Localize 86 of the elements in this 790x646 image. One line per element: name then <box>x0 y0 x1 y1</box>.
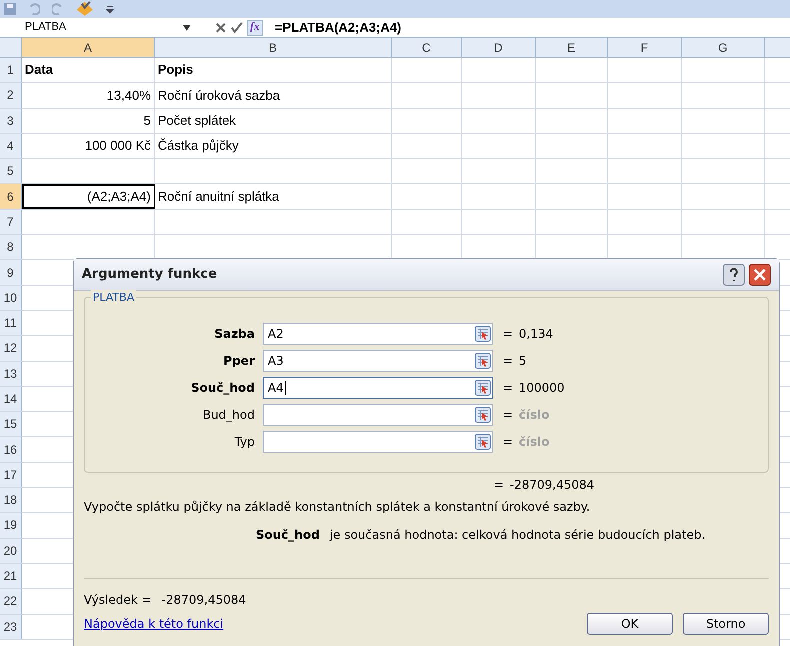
row-header[interactable]: 4 <box>0 134 22 158</box>
row-header[interactable]: 20 <box>0 538 22 563</box>
argument-result: 100000 <box>519 380 565 396</box>
argument-label: Typ <box>234 434 256 450</box>
range-picker-icon[interactable] <box>475 406 491 422</box>
row-header[interactable]: 6 <box>0 184 22 209</box>
range-picker-icon[interactable] <box>475 352 491 368</box>
range-picker-icon[interactable] <box>475 326 491 342</box>
argument-result: 0,134 <box>519 326 554 342</box>
dialog-button[interactable]: OK <box>587 613 673 635</box>
row-header[interactable]: 16 <box>0 437 22 462</box>
cell-text: 5 <box>144 112 151 130</box>
column-header[interactable]: B <box>155 38 392 57</box>
cell-text: Roční anuitní splátka <box>158 188 280 206</box>
enter-check-icon[interactable] <box>231 22 243 34</box>
argument-result: číslo <box>519 406 550 424</box>
argument-field[interactable] <box>263 404 493 426</box>
row-header[interactable]: 2 <box>0 83 22 108</box>
column-header[interactable]: A <box>22 38 155 57</box>
equals-sign: = <box>503 434 514 450</box>
customize-caret-icon[interactable] <box>106 4 114 14</box>
cell-text: 13,40% <box>106 86 151 105</box>
argument-field[interactable] <box>263 430 493 452</box>
window-title: Argumenty funkce <box>82 266 218 284</box>
cell-text: Částka půjčky <box>158 137 239 156</box>
argument-field[interactable]: A4 <box>263 376 493 398</box>
argument-label: Bud_hod <box>202 406 256 424</box>
row-header[interactable]: 14 <box>0 386 22 412</box>
cell-text: Popis <box>158 61 194 80</box>
row-header[interactable]: 1 <box>0 58 22 82</box>
cell-text: (A2;A3;A4) <box>87 188 151 206</box>
row-header[interactable]: 22 <box>0 589 22 614</box>
column-header[interactable]: C <box>392 38 462 57</box>
row-header[interactable]: 15 <box>0 412 22 436</box>
argument-label: Pper <box>222 352 256 370</box>
argument-name: Souč_hod <box>256 527 320 544</box>
equals-sign: = <box>503 326 514 342</box>
result-value: -28709,45084 <box>162 592 246 609</box>
row-header[interactable]: 7 <box>0 210 22 234</box>
row-header[interactable]: 12 <box>0 336 22 361</box>
column-header[interactable]: G <box>682 38 765 57</box>
row-header[interactable]: 8 <box>0 235 22 260</box>
equals-sign: = <box>503 380 514 396</box>
row-header[interactable]: 13 <box>0 362 22 386</box>
column-header[interactable]: D <box>462 38 536 57</box>
row-header[interactable]: 5 <box>0 159 22 184</box>
equals-sign: = <box>503 352 514 370</box>
cancel-icon[interactable] <box>215 22 227 34</box>
row-header[interactable]: 18 <box>0 488 22 512</box>
argument-label: Sazba <box>214 326 256 342</box>
row-header[interactable]: 21 <box>0 564 22 588</box>
cell-text: Počet splátek <box>158 112 236 130</box>
argument-description: je současná hodnota: celková hodnota série budoucích plateb. <box>330 527 706 544</box>
row-header[interactable]: 10 <box>0 286 22 310</box>
help-icon[interactable] <box>723 264 745 286</box>
close-icon[interactable] <box>749 264 771 286</box>
cell-text: Roční úroková sazba <box>158 86 280 105</box>
row-header[interactable]: 17 <box>0 462 22 488</box>
range-picker-icon[interactable] <box>475 380 491 396</box>
dropdown-caret-icon[interactable] <box>183 24 191 30</box>
row-header[interactable]: 19 <box>0 513 22 538</box>
argument-field[interactable]: A2 <box>263 322 493 344</box>
row-header[interactable]: 3 <box>0 108 22 133</box>
argument-result: 5 <box>519 352 527 370</box>
range-picker-icon[interactable] <box>475 434 491 450</box>
argument-label: Souč_hod <box>190 380 256 396</box>
row-header[interactable]: 11 <box>0 310 22 336</box>
column-header[interactable]: E <box>536 38 608 57</box>
cell-text: Data <box>25 61 54 80</box>
equals-sign: = <box>494 477 506 494</box>
row-header[interactable]: 9 <box>0 260 22 285</box>
name-box[interactable]: PLATBA <box>0 18 183 37</box>
argument-field[interactable]: A3 <box>263 350 493 372</box>
result-label: Výsledek = <box>84 592 152 609</box>
help-link[interactable]: Nápověda k této funkci <box>84 615 224 633</box>
row-header[interactable]: 23 <box>0 614 22 639</box>
equals-sign: = <box>503 406 514 424</box>
column-header[interactable]: F <box>608 38 682 57</box>
function-result: -28709,45084 <box>510 477 594 494</box>
dialog-button[interactable]: Storno <box>683 613 769 635</box>
error-check-icon[interactable] <box>76 1 94 17</box>
argument-result: číslo <box>519 434 550 450</box>
function-description: Vypočte splátku půjčky na základě konstantních splátek a konstantní úrokové sazby. <box>83 499 592 516</box>
formula-field[interactable]: =PLATBA(A2;A3;A4) <box>275 18 402 38</box>
cell-text: 100 000 Kč <box>85 137 151 156</box>
insert-function-icon[interactable]: fx <box>247 20 263 36</box>
